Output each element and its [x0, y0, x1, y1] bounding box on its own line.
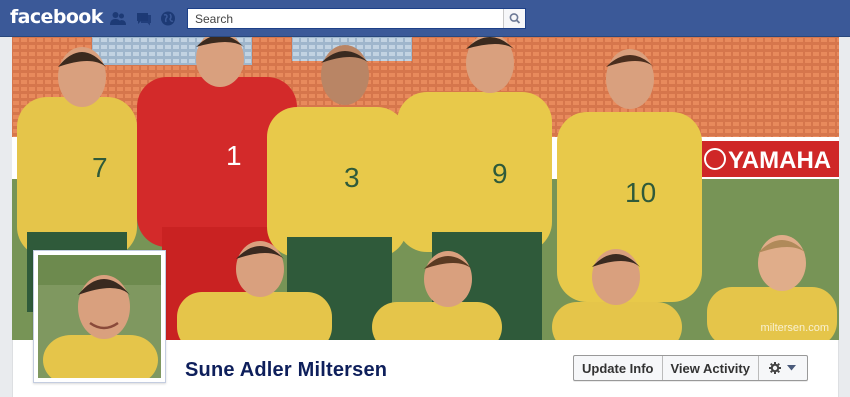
- profile-picture-image: [38, 255, 161, 378]
- chevron-down-icon: [787, 365, 797, 371]
- avatar: [38, 255, 161, 378]
- profile-name[interactable]: Sune Adler Miltersen: [185, 359, 387, 382]
- friend-requests-icon[interactable]: [110, 11, 126, 26]
- gear-icon: [769, 362, 782, 374]
- notifications-globe-icon[interactable]: [160, 11, 176, 26]
- search-input[interactable]: [188, 9, 503, 28]
- jersey-number: 7: [92, 152, 108, 183]
- view-activity-button[interactable]: View Activity: [663, 356, 759, 380]
- profile-picture[interactable]: [33, 250, 166, 383]
- update-info-button[interactable]: Update Info: [574, 356, 663, 380]
- photo-watermark: miltersen.com: [760, 322, 829, 334]
- profile-action-buttons: Update Info View Activity: [573, 355, 808, 381]
- magnifier-icon: [509, 13, 521, 24]
- jersey-number: 10: [625, 177, 656, 208]
- yamaha-banner-text: YAMAHA: [728, 147, 831, 174]
- facebook-logo[interactable]: facebook: [10, 6, 103, 28]
- jersey-number: 1: [226, 140, 242, 171]
- jersey-number: 3: [344, 162, 360, 193]
- settings-dropdown-button[interactable]: [759, 356, 807, 380]
- messages-icon[interactable]: [136, 11, 152, 26]
- search-box: [187, 8, 526, 29]
- top-nav-bar: facebook: [0, 0, 850, 37]
- search-button[interactable]: [503, 9, 525, 28]
- jersey-number: 9: [492, 158, 508, 189]
